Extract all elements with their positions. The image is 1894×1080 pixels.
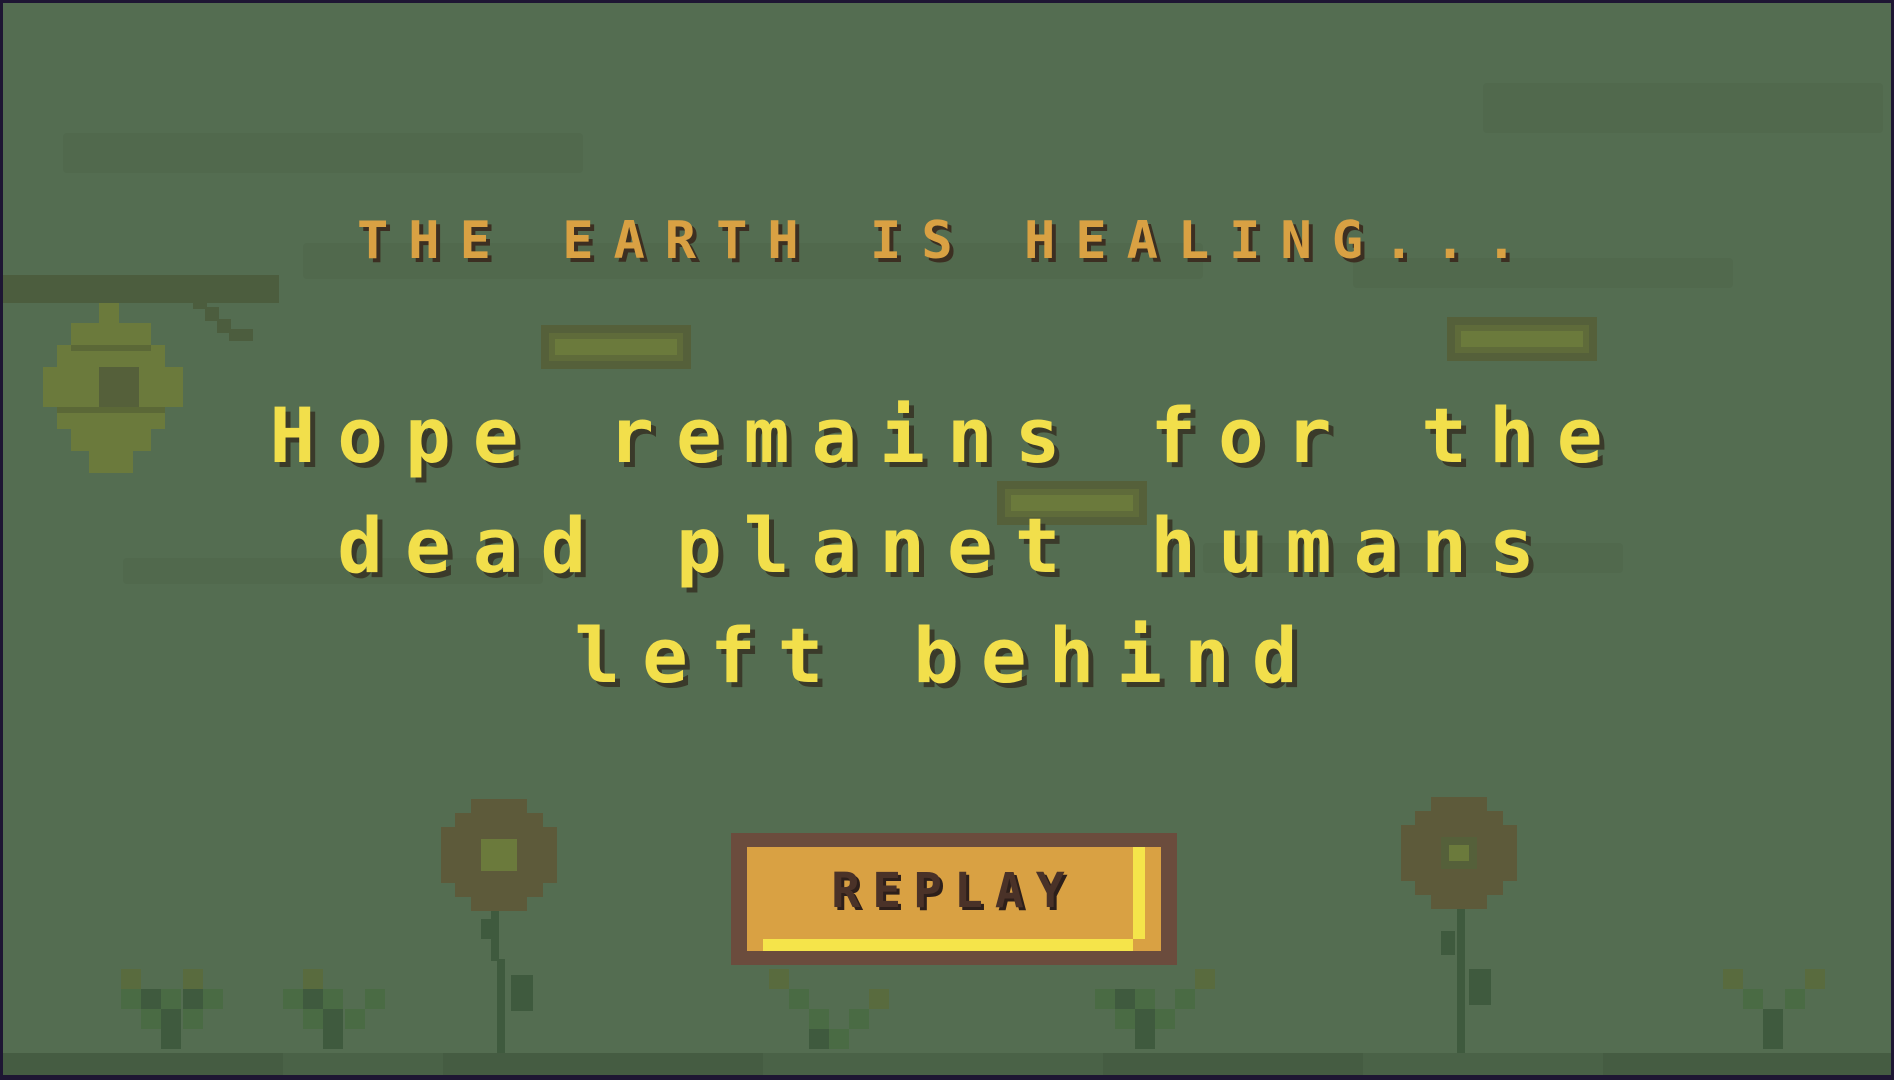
- beehive-icon: [43, 303, 183, 473]
- floating-platform: [1447, 317, 1597, 361]
- sprout-icon: [283, 969, 385, 1049]
- replay-button[interactable]: REPLAY: [731, 833, 1177, 965]
- button-highlight: [763, 939, 1133, 951]
- story-message: Hope remains for the dead planet humans …: [243, 381, 1651, 711]
- cloud: [1483, 83, 1883, 133]
- game-screen: THE EARTH IS HEALING... Hope remains for…: [3, 3, 1891, 1075]
- replay-label[interactable]: REPLAY: [747, 863, 1161, 919]
- ground: [3, 1053, 1891, 1075]
- sprout-icon: [1095, 969, 1215, 1049]
- sprout-icon: [1723, 969, 1825, 1049]
- floating-platform: [541, 325, 691, 369]
- sprout-icon: [121, 969, 223, 1049]
- message-line: left behind: [574, 611, 1320, 700]
- twig-icon: [193, 295, 253, 341]
- sprout-icon: [769, 969, 889, 1049]
- message-line: dead planet humans: [337, 501, 1557, 590]
- cloud: [63, 133, 583, 173]
- heading-text: THE EARTH IS HEALING...: [356, 211, 1538, 271]
- replay-button-face[interactable]: REPLAY: [747, 847, 1161, 951]
- sunflower-icon: [441, 799, 557, 1055]
- message-line: Hope remains for the: [269, 391, 1625, 480]
- sunflower-icon: [1401, 797, 1517, 1055]
